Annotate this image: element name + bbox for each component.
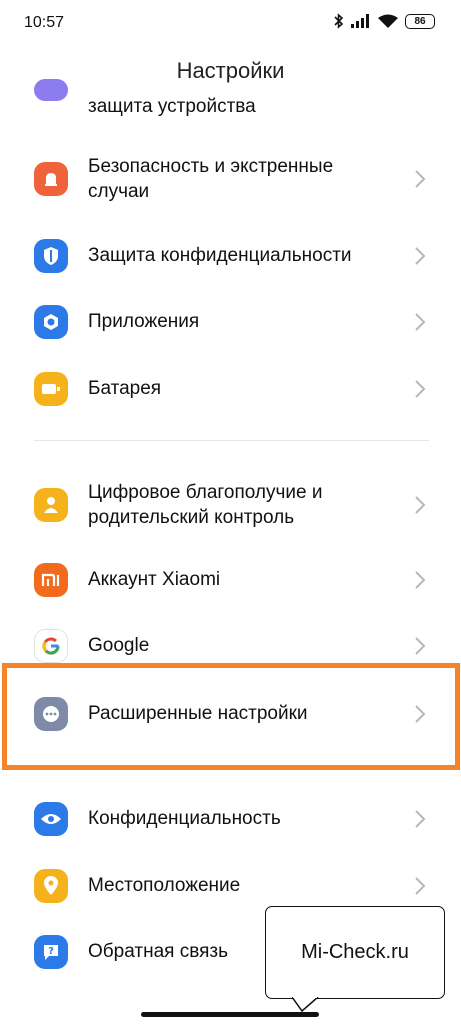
- battery-icon: [34, 372, 68, 406]
- chevron-right-icon: [415, 313, 426, 331]
- settings-item-device-protection[interactable]: защита устройства: [0, 79, 461, 122]
- chevron-right-icon: [415, 810, 426, 828]
- eye-icon: [34, 802, 68, 836]
- settings-item-label: Обратная связь: [88, 941, 228, 962]
- apps-icon: [34, 305, 68, 339]
- settings-item-label: Цифровое благополучие и родительский кон…: [88, 482, 323, 528]
- settings-item-xiaomi-account[interactable]: Аккаунт Xiaomi: [0, 560, 461, 600]
- home-indicator[interactable]: [141, 1012, 319, 1017]
- settings-item-privacy-protection[interactable]: Защита конфиденциальности: [0, 236, 461, 276]
- alert-icon: [34, 162, 68, 196]
- chevron-right-icon: [415, 170, 426, 188]
- settings-item-safety-emergency[interactable]: Безопасность и экстренные случаи: [0, 146, 461, 212]
- mi-icon: [34, 563, 68, 597]
- status-bar: 10:57 86: [0, 0, 461, 46]
- settings-item-label: Защита конфиденциальности: [88, 245, 352, 266]
- settings-item-privacy[interactable]: Конфиденциальность: [0, 799, 461, 839]
- settings-item-label: Аккаунт Xiaomi: [88, 569, 221, 590]
- settings-item-digital-wellbeing[interactable]: Цифровое благополучие и родительский кон…: [0, 472, 461, 538]
- chevron-right-icon: [415, 877, 426, 895]
- settings-item-label: Местоположение: [88, 875, 241, 896]
- wifi-icon: [378, 14, 398, 28]
- chevron-right-icon: [415, 380, 426, 398]
- section-divider: [34, 440, 429, 441]
- watermark-text: Mi-Check.ru: [301, 941, 409, 963]
- settings-item-label: Батарея: [88, 378, 162, 399]
- google-icon: [34, 629, 68, 663]
- settings-item-location[interactable]: Местоположение: [0, 866, 461, 906]
- wellbeing-icon: [34, 488, 68, 522]
- settings-item-label: защита устройства: [88, 96, 256, 117]
- device-protection-icon: [34, 79, 68, 101]
- settings-item-google[interactable]: Google: [0, 626, 461, 666]
- settings-item-label: Конфиденциальность: [88, 808, 281, 829]
- battery-level: 86: [414, 15, 426, 27]
- svg-text:?: ?: [48, 946, 54, 957]
- chevron-right-icon: [415, 496, 426, 514]
- feedback-icon: ?: [34, 935, 68, 969]
- highlight-frame: [2, 663, 460, 770]
- chevron-right-icon: [415, 571, 426, 589]
- chevron-right-icon: [415, 637, 426, 655]
- settings-item-label: Безопасность и экстренные случаи: [88, 156, 334, 202]
- status-time: 10:57: [24, 14, 65, 31]
- callout-tail-icon: [292, 997, 319, 1013]
- bluetooth-icon: [334, 13, 344, 29]
- signal-icon: [351, 14, 369, 28]
- settings-item-apps[interactable]: Приложения: [0, 302, 461, 342]
- page-title: Настройки: [176, 58, 285, 83]
- settings-item-label: Google: [88, 635, 150, 656]
- chevron-right-icon: [415, 247, 426, 265]
- battery-indicator: 86: [405, 13, 435, 29]
- status-icons: 86: [334, 13, 435, 29]
- watermark-callout: Mi-Check.ru: [265, 906, 445, 999]
- settings-item-battery[interactable]: Батарея: [0, 369, 461, 409]
- settings-item-label: Приложения: [88, 311, 200, 332]
- location-icon: [34, 869, 68, 903]
- shield-icon: [34, 239, 68, 273]
